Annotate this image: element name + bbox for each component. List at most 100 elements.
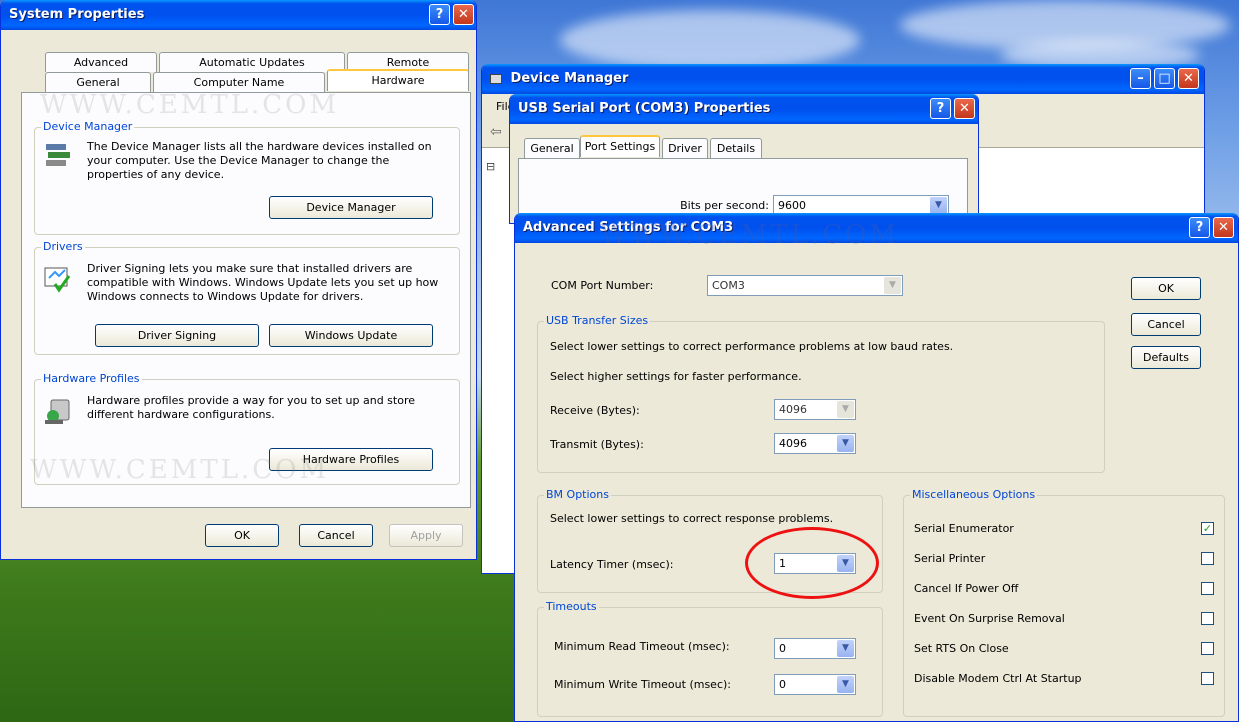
tab-details[interactable]: Details <box>710 138 762 158</box>
misc-option-label: Serial Printer <box>914 552 986 565</box>
hardware-profiles-icon <box>45 399 70 424</box>
usb-text-lower: Select lower settings to correct perform… <box>550 340 954 353</box>
windows-update-button[interactable]: Windows Update <box>269 324 433 347</box>
misc-option-label: Serial Enumerator <box>914 522 1014 535</box>
minimize-button[interactable]: – <box>1130 68 1151 89</box>
tab-port-settings[interactable]: Port Settings <box>580 135 660 157</box>
cancel-if-power-off-checkbox[interactable] <box>1201 582 1214 595</box>
com-port-number-select[interactable]: COM3 ▼ <box>707 275 903 296</box>
help-button[interactable]: ? <box>1189 217 1210 238</box>
device-manager-group: Device Manager The Device Manager lists … <box>34 120 460 235</box>
tab-automatic-updates[interactable]: Automatic Updates <box>159 52 345 72</box>
close-button[interactable]: ✕ <box>1213 217 1234 238</box>
disable-modem-ctrl-checkbox[interactable] <box>1201 672 1214 685</box>
group-label: Timeouts <box>544 600 599 613</box>
tree-expand-icon[interactable]: ⊟ <box>486 160 495 174</box>
apply-button[interactable]: Apply <box>389 524 463 547</box>
transmit-bytes-label: Transmit (Bytes): <box>550 438 644 451</box>
com-port-number-value: COM3 <box>712 279 745 292</box>
chevron-down-icon: ▼ <box>837 435 854 452</box>
serial-properties-titlebar[interactable]: USB Serial Port (COM3) Properties ? ✕ <box>510 94 978 124</box>
chevron-down-icon: ▼ <box>837 401 854 418</box>
min-write-timeout-label: Minimum Write Timeout (msec): <box>554 678 731 691</box>
hardware-profiles-text: Hardware profiles provide a way for you … <box>87 394 416 421</box>
min-write-timeout-value: 0 <box>779 678 786 691</box>
drivers-group: Drivers Driver Signing lets you make sur… <box>34 240 460 355</box>
tab-advanced[interactable]: Advanced <box>45 52 157 72</box>
hardware-profiles-group: Hardware Profiles Hardware profiles prov… <box>34 372 460 485</box>
com-port-number-label: COM Port Number: <box>551 279 654 292</box>
chevron-down-icon: ▼ <box>837 676 854 693</box>
tab-computer-name[interactable]: Computer Name <box>153 72 325 92</box>
cancel-button[interactable]: Cancel <box>1131 313 1201 336</box>
system-properties-window: System Properties ? ✕ Advanced Automatic… <box>0 0 477 560</box>
misc-option-label: Cancel If Power Off <box>914 582 1019 595</box>
window-title: USB Serial Port (COM3) Properties <box>518 101 771 116</box>
receive-bytes-value: 4096 <box>779 403 807 416</box>
usb-transfer-sizes-group: USB Transfer Sizes Select lower settings… <box>537 314 1105 473</box>
tab-driver[interactable]: Driver <box>662 138 708 158</box>
usb-text-higher: Select higher settings for faster perfor… <box>550 370 802 383</box>
help-button[interactable]: ? <box>429 4 450 25</box>
close-button[interactable]: ✕ <box>453 4 474 25</box>
defaults-button[interactable]: Defaults <box>1131 346 1201 369</box>
cancel-button[interactable]: Cancel <box>299 524 373 547</box>
highlight-ellipse <box>745 527 879 599</box>
tab-general[interactable]: General <box>524 138 580 158</box>
min-read-timeout-select[interactable]: 0 ▼ <box>774 638 856 659</box>
device-manager-icon <box>46 144 70 166</box>
window-title: Advanced Settings for COM3 <box>523 220 734 235</box>
receive-bytes-select[interactable]: 4096 ▼ <box>774 399 856 420</box>
latency-timer-label: Latency Timer (msec): <box>550 558 674 571</box>
chevron-down-icon: ▼ <box>837 640 854 657</box>
misc-option-label: Disable Modem Ctrl At Startup <box>914 672 1082 685</box>
hardware-profiles-button[interactable]: Hardware Profiles <box>269 448 433 471</box>
ok-button[interactable]: OK <box>1131 277 1201 300</box>
bits-per-second-label: Bits per second: <box>680 199 769 212</box>
advanced-settings-titlebar[interactable]: Advanced Settings for COM3 ? ✕ <box>515 213 1238 243</box>
ok-button[interactable]: OK <box>205 524 279 547</box>
advanced-settings-window: Advanced Settings for COM3 ? ✕ COM Port … <box>514 213 1239 722</box>
device-manager-button[interactable]: Device Manager <box>269 196 433 219</box>
close-button[interactable]: ✕ <box>1178 68 1199 89</box>
min-read-timeout-value: 0 <box>779 642 786 655</box>
chevron-down-icon: ▼ <box>930 197 947 214</box>
computer-icon <box>490 73 502 84</box>
set-rts-on-close-checkbox[interactable] <box>1201 642 1214 655</box>
system-properties-titlebar[interactable]: System Properties ? ✕ <box>1 0 476 30</box>
bits-per-second-value: 9600 <box>778 199 806 212</box>
maximize-button[interactable]: □ <box>1154 68 1175 89</box>
min-write-timeout-select[interactable]: 0 ▼ <box>774 674 856 695</box>
device-manager-text: The Device Manager lists all the hardwar… <box>87 140 432 181</box>
serial-enumerator-checkbox[interactable]: ✓ <box>1201 522 1214 535</box>
group-label: Miscellaneous Options <box>910 488 1038 501</box>
misc-options-group: Miscellaneous Options Serial Enumerator … <box>903 488 1225 717</box>
event-on-surprise-removal-checkbox[interactable] <box>1201 612 1214 625</box>
misc-option-label: Set RTS On Close <box>914 642 1009 655</box>
window-title: Device Manager <box>510 71 629 86</box>
group-label: Hardware Profiles <box>41 372 142 385</box>
bm-options-text: Select lower settings to correct respons… <box>550 512 834 525</box>
serial-printer-checkbox[interactable] <box>1201 552 1214 565</box>
window-title: System Properties <box>9 7 145 22</box>
help-button[interactable]: ? <box>930 98 951 119</box>
chevron-down-icon: ▼ <box>884 277 901 294</box>
min-read-timeout-label: Minimum Read Timeout (msec): <box>554 640 730 653</box>
group-label: Device Manager <box>41 120 135 133</box>
tab-hardware[interactable]: Hardware <box>327 69 469 91</box>
transmit-bytes-select[interactable]: 4096 ▼ <box>774 433 856 454</box>
driver-signing-icon <box>44 267 71 293</box>
group-label: Drivers <box>41 240 85 253</box>
misc-option-label: Event On Surprise Removal <box>914 612 1065 625</box>
drivers-text: Driver Signing lets you make sure that i… <box>87 262 439 303</box>
hardware-panel: Device Manager The Device Manager lists … <box>21 92 471 508</box>
timeouts-group: Timeouts Minimum Read Timeout (msec): 0 … <box>537 600 883 717</box>
tab-general[interactable]: General <box>45 72 151 92</box>
transmit-bytes-value: 4096 <box>779 437 807 450</box>
close-button[interactable]: ✕ <box>954 98 975 119</box>
back-arrow-icon[interactable]: ⇦ <box>490 125 502 139</box>
driver-signing-button[interactable]: Driver Signing <box>95 324 259 347</box>
serial-port-properties-window: USB Serial Port (COM3) Properties ? ✕ Ge… <box>509 94 979 224</box>
device-manager-titlebar[interactable]: Device Manager – □ ✕ <box>482 64 1204 94</box>
group-label: USB Transfer Sizes <box>544 314 651 327</box>
